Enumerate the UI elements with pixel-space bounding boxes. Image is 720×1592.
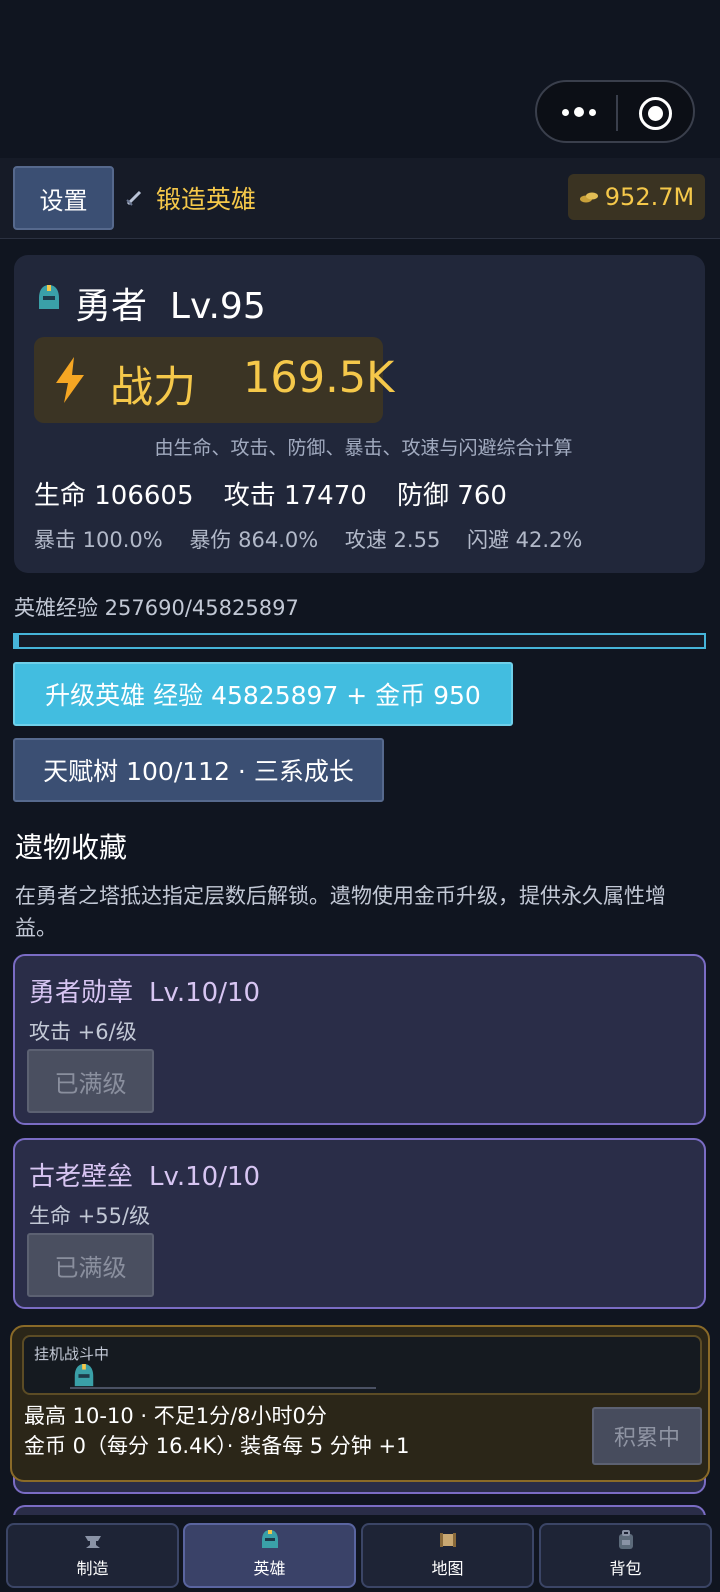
knight-helmet-icon: [39, 285, 59, 309]
relic-card: 古老壁垒 Lv.10/10 生命 +55/级 已满级: [13, 1138, 706, 1309]
hero-exp-label: 英雄经验 257690/45825897: [14, 596, 299, 620]
tab-label: 英雄: [253, 1559, 286, 1578]
power-note: 由生命、攻击、防御、暴击、攻速与闪避综合计算: [154, 437, 573, 459]
tab-label: 背包: [609, 1559, 642, 1578]
upgrade-hero-button[interactable]: 升级英雄 经验 45825897 + 金币 950: [13, 662, 513, 726]
sword-icon: [126, 190, 142, 206]
close-target-icon[interactable]: [639, 97, 672, 130]
relic-name: 古老壁垒: [29, 1162, 134, 1192]
relic-level: Lv.10/10: [149, 978, 261, 1008]
tab-craft[interactable]: 制造: [6, 1523, 179, 1588]
power-label: 战力: [110, 363, 196, 413]
collect-idle-button[interactable]: 积累中: [592, 1407, 702, 1465]
stat-attack-speed: 攻速 2.55: [344, 528, 441, 552]
idle-battle-panel: 挂机战斗中 最高 10-10 · 不足1分/8小时0分 金币 0（每分 16.4…: [10, 1325, 710, 1482]
hero-title: 勇者 Lv.95: [75, 277, 266, 329]
lightning-icon: [56, 357, 84, 403]
idle-reward-text: 金币 0（每分 16.4K）· 装备每 5 分钟 +1: [24, 1434, 410, 1458]
relic-level: Lv.10/10: [149, 1162, 261, 1192]
relic-maxed-button[interactable]: 已满级: [27, 1233, 154, 1297]
main-stats: 生命 106605 攻击 17470 防御 760: [34, 475, 529, 512]
tab-label: 地图: [431, 1559, 464, 1578]
stat-dodge: 闪避 42.2%: [467, 528, 583, 552]
gold-balance: 952.7M: [568, 174, 705, 220]
hero-name: 勇者: [75, 286, 148, 327]
coin-stack-icon: [579, 192, 598, 203]
page-title: 锻造英雄: [156, 185, 257, 214]
relic-section-title: 遗物收藏: [15, 831, 128, 864]
gold-amount: 952.7M: [604, 183, 695, 211]
hero-card: 勇者 Lv.95 战力 169.5K 由生命、攻击、防御、暴击、攻速与闪避综合计…: [14, 255, 705, 573]
tab-hero[interactable]: 英雄: [183, 1523, 356, 1588]
more-menu-icon[interactable]: [559, 102, 599, 122]
relic-section-description: 在勇者之塔抵达指定层数后解锁。遗物使用金币升级，提供永久属性增益。: [15, 884, 666, 940]
relic-title: 古老壁垒 Lv.10/10: [29, 1156, 260, 1193]
hero-exp-fill: [15, 635, 19, 647]
hero-exp-bar: [13, 633, 706, 649]
stat-attack: 攻击 17470: [223, 481, 367, 511]
stat-crit-damage: 暴伤 864.0%: [189, 528, 319, 552]
stat-crit: 暴击 100.0%: [34, 528, 163, 552]
sub-stats: 暴击 100.0% 暴伤 864.0% 攻速 2.55 闪避 42.2%: [34, 524, 602, 554]
app-page: 设置 锻造英雄 952.7M 勇者 Lv.95 战力 169.5K 由生命、攻击…: [0, 0, 720, 1592]
anvil-icon: [84, 1536, 101, 1548]
hero-level: Lv.95: [169, 286, 266, 327]
mini-program-capsule: [535, 80, 695, 143]
talent-tree-button[interactable]: 天赋树 100/112 · 三系成长: [13, 738, 384, 802]
tab-label: 制造: [76, 1559, 109, 1578]
stat-hp: 生命 106605: [34, 481, 194, 511]
tab-bag[interactable]: 背包: [539, 1523, 712, 1588]
relic-effect: 生命 +55/级: [29, 1204, 151, 1228]
top-header: 设置 锻造英雄 952.7M: [0, 158, 720, 239]
capsule-divider: [616, 95, 618, 131]
idle-ground-line: [70, 1387, 376, 1389]
settings-button[interactable]: 设置: [13, 166, 114, 230]
scroll-map-icon: [439, 1533, 456, 1547]
relic-maxed-button[interactable]: 已满级: [27, 1049, 154, 1113]
idle-progress-text: 最高 10-10 · 不足1分/8小时0分: [24, 1404, 327, 1428]
knight-helmet-icon: [261, 1530, 278, 1548]
backpack-icon: [618, 1530, 633, 1549]
relic-name: 勇者勋章: [29, 978, 134, 1008]
relic-title: 勇者勋章 Lv.10/10: [29, 972, 260, 1009]
tab-map[interactable]: 地图: [361, 1523, 534, 1588]
bottom-nav: 制造 英雄 地图 背包: [0, 1515, 720, 1592]
idle-battle-scene: 挂机战斗中: [22, 1335, 702, 1395]
combat-power-box: 战力 169.5K: [34, 337, 394, 423]
power-value: 169.5K: [243, 353, 395, 403]
stat-defense: 防御 760: [397, 481, 507, 511]
relic-effect: 攻击 +6/级: [29, 1020, 137, 1044]
relic-card: 勇者勋章 Lv.10/10 攻击 +6/级 已满级: [13, 954, 706, 1125]
